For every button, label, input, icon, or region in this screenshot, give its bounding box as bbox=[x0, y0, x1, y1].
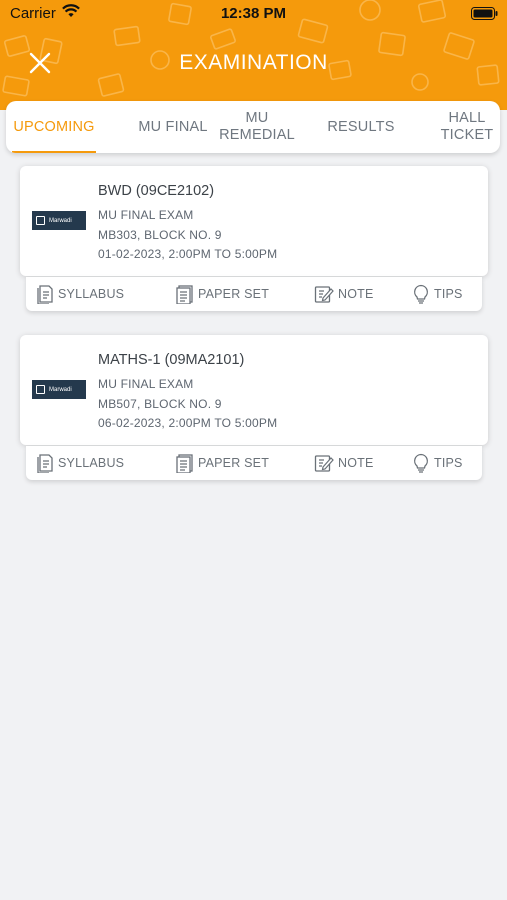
exam-schedule: 06-02-2023, 2:00PM TO 5:00PM bbox=[98, 416, 278, 430]
note-label: NOTE bbox=[338, 287, 374, 301]
tab-mu-final-label: MU FINAL bbox=[138, 118, 208, 135]
active-tab-indicator bbox=[12, 151, 96, 153]
syllabus-button[interactable]: SYLLABUS bbox=[36, 277, 124, 311]
syllabus-label: SYLLABUS bbox=[58, 456, 125, 470]
tab-mu-final[interactable]: MU FINAL bbox=[132, 101, 214, 153]
paper-set-label: PAPER SET bbox=[198, 456, 270, 470]
logo-text: Marwadi bbox=[49, 217, 72, 224]
exam-type: MU FINAL EXAM bbox=[98, 377, 194, 391]
syllabus-icon bbox=[37, 285, 53, 304]
exam-subject: BWD (09CE2102) bbox=[98, 183, 215, 199]
paper-set-icon bbox=[176, 285, 193, 304]
tab-results-label: RESULTS bbox=[327, 118, 395, 135]
exam-card[interactable]: Marwadi BWD (09CE2102) MU FINAL EXAM MB3… bbox=[20, 166, 488, 276]
exam-schedule: 01-02-2023, 2:00PM TO 5:00PM bbox=[98, 247, 278, 261]
tips-label: TIPS bbox=[434, 287, 463, 301]
status-time: 12:38 PM bbox=[220, 5, 287, 22]
note-button[interactable]: NOTE bbox=[314, 446, 374, 480]
exam-card[interactable]: Marwadi MATHS-1 (09MA2101) MU FINAL EXAM… bbox=[20, 335, 488, 445]
lightbulb-icon bbox=[414, 453, 428, 473]
exam-actions: SYLLABUS PAPER SET NOTE TIPS bbox=[26, 446, 482, 480]
syllabus-button[interactable]: SYLLABUS bbox=[36, 446, 124, 480]
logo-text: Marwadi bbox=[49, 386, 72, 393]
exam-venue: MB507, BLOCK NO. 9 bbox=[98, 397, 222, 411]
logo-mark-icon bbox=[36, 385, 45, 394]
tab-mu-remedial[interactable]: MU REMEDIAL bbox=[212, 101, 302, 153]
note-edit-icon bbox=[314, 455, 334, 472]
note-edit-icon bbox=[314, 286, 334, 303]
tab-hall-ticket-label: HALL TICKET bbox=[440, 110, 494, 143]
exam-subject: MATHS-1 (09MA2101) bbox=[98, 352, 245, 368]
tips-button[interactable]: TIPS bbox=[412, 446, 463, 480]
exam-venue: MB303, BLOCK NO. 9 bbox=[98, 228, 222, 242]
note-label: NOTE bbox=[338, 456, 374, 470]
university-logo: Marwadi bbox=[32, 380, 86, 399]
tips-label: TIPS bbox=[434, 456, 463, 470]
paper-set-label: PAPER SET bbox=[198, 287, 270, 301]
note-button[interactable]: NOTE bbox=[314, 277, 374, 311]
paper-set-button[interactable]: PAPER SET bbox=[176, 446, 269, 480]
battery-icon bbox=[471, 7, 498, 20]
tips-button[interactable]: TIPS bbox=[412, 277, 463, 311]
paper-set-button[interactable]: PAPER SET bbox=[176, 277, 269, 311]
tab-upcoming-label: UPCOMING bbox=[13, 118, 95, 135]
page-title: EXAMINATION bbox=[179, 51, 328, 74]
lightbulb-icon bbox=[414, 284, 428, 304]
syllabus-icon bbox=[37, 454, 53, 473]
university-logo: Marwadi bbox=[32, 211, 86, 230]
paper-set-icon bbox=[176, 454, 193, 473]
syllabus-label: SYLLABUS bbox=[58, 287, 125, 301]
exam-tab-bar: UPCOMING MU FINAL MU REMEDIAL RESULTS HA… bbox=[6, 101, 500, 153]
tab-results[interactable]: RESULTS bbox=[320, 101, 402, 153]
status-bar: Carrier 12:38 PM bbox=[0, 0, 507, 28]
tab-upcoming[interactable]: UPCOMING bbox=[8, 101, 100, 153]
exam-actions: SYLLABUS PAPER SET NOTE TIPS bbox=[26, 277, 482, 311]
app-header: Carrier 12:38 PM EXAMINATION bbox=[0, 0, 507, 110]
tab-mu-remedial-label: MU REMEDIAL bbox=[219, 110, 295, 143]
exam-type: MU FINAL EXAM bbox=[98, 208, 194, 222]
tab-hall-ticket[interactable]: HALL TICKET bbox=[434, 101, 500, 153]
logo-mark-icon bbox=[36, 216, 45, 225]
